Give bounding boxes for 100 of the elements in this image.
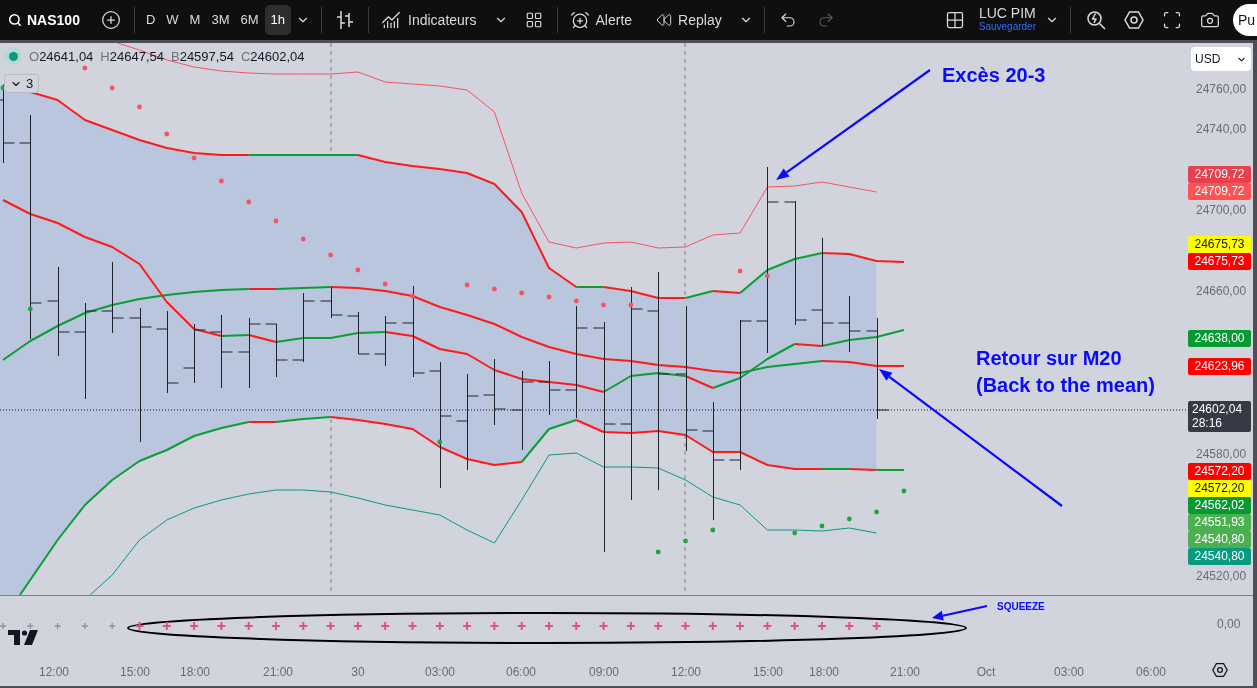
ohlc-value: O24641,04 [29, 48, 94, 64]
sar-dot [382, 281, 388, 287]
interval-tab[interactable]: 6M [235, 5, 264, 35]
squeeze-point [134, 621, 145, 631]
squeeze-point [434, 621, 445, 631]
price-bar [374, 315, 397, 367]
squeeze-point [53, 622, 62, 630]
sar-dot [901, 488, 907, 494]
countdown-timer: 28:16 [1192, 416, 1224, 430]
time-label: 09:00 [589, 665, 619, 679]
sar-dot [164, 131, 170, 137]
settings-icon [1124, 10, 1144, 30]
squeeze-point [625, 621, 636, 631]
sar-dot [655, 549, 661, 555]
squeeze-point [0, 622, 7, 630]
replay-button[interactable]: Replay [650, 4, 728, 36]
price-tick-label: 24760,00 [1196, 82, 1247, 96]
time-label: 03:00 [1054, 665, 1084, 679]
search-icon [8, 13, 22, 27]
ohlc-value: H24647,54 [100, 48, 164, 64]
sar-dot [628, 302, 634, 308]
time-label: 21:00 [890, 665, 920, 679]
squeeze-point [407, 621, 418, 631]
squeeze-point [81, 622, 89, 630]
sar-dot [874, 509, 879, 515]
sar-dot [300, 236, 306, 242]
indicator-value-label: 0,00 [1217, 617, 1241, 631]
sar-dot [137, 104, 142, 110]
interval-tab[interactable]: 3M [206, 5, 235, 35]
interval-tab[interactable]: 1h [264, 5, 292, 35]
squeeze-point [108, 622, 116, 630]
price-bar [238, 317, 261, 389]
annotation-arrow [932, 605, 988, 621]
price-tick-label: 24700,00 [1196, 203, 1247, 217]
settings-icon [1212, 661, 1228, 678]
price-bar [538, 360, 561, 416]
price-bar [183, 323, 206, 384]
sar-dot [710, 527, 716, 533]
interval-tab[interactable]: W [161, 5, 184, 35]
symbol-search-button[interactable]: NAS100 [0, 4, 86, 36]
time-label: 15:00 [753, 665, 783, 679]
plus-circle-icon [100, 10, 121, 30]
squeeze-point [844, 621, 855, 631]
logo-icon [8, 630, 38, 645]
squeeze-point [161, 621, 172, 631]
sar-dot [519, 290, 525, 296]
price-tick-label: 24580,00 [1196, 447, 1247, 461]
publish-button[interactable]: Pu [1233, 4, 1257, 36]
redo-icon [816, 11, 835, 29]
ohlc-value: C24602,04 [240, 48, 305, 64]
time-label: 03:00 [425, 665, 455, 679]
layout-name-button[interactable]: LUC PIM Sauvegarder [974, 3, 1040, 37]
squeeze-point [707, 621, 718, 631]
collapse-indicators-button[interactable]: 3 [4, 74, 40, 93]
squeeze-point [598, 621, 609, 631]
price-tag: 24675,73 [1188, 235, 1251, 253]
price-bar [320, 286, 343, 319]
sar-dot [792, 530, 798, 536]
sar-dot [82, 65, 88, 71]
price-value: 24602,04 [1192, 402, 1244, 416]
squeeze-point [653, 621, 664, 631]
squeeze-point [762, 621, 773, 631]
search-lightning-icon [1086, 10, 1106, 30]
price-bar [265, 323, 288, 378]
sar-dot [492, 286, 497, 292]
indicators-button[interactable]: Indicateurs [375, 4, 483, 36]
price-tag: 24638,00 [1188, 329, 1251, 347]
ohlc-bars-icon [336, 10, 355, 30]
alert-button[interactable]: Alerte [563, 4, 639, 36]
chart-icon [381, 10, 402, 30]
time-label: Oct [976, 665, 996, 679]
sar-dot [246, 199, 252, 205]
sar-dot [737, 268, 743, 274]
sar-dot [819, 523, 825, 529]
price-bar [292, 292, 315, 363]
interval-tab[interactable]: D [140, 5, 161, 35]
sar-dot [27, 306, 33, 312]
sar-dot [846, 516, 852, 522]
annotation-text: Excès 20-3 [942, 63, 1046, 88]
price-bar [838, 295, 861, 353]
price-tick-label: 24740,00 [1196, 122, 1247, 136]
squeeze-point [298, 621, 309, 631]
squeeze-point [817, 621, 827, 631]
price-bar [347, 311, 370, 355]
squeeze-point [516, 621, 527, 631]
price-tick-label: 24520,00 [1196, 569, 1247, 583]
sar-dot [355, 267, 361, 273]
squeeze-point [735, 621, 746, 631]
price-tag: 24623,96 [1188, 357, 1251, 375]
fullscreen-icon [1162, 10, 1182, 30]
currency-select[interactable]: USD [1191, 47, 1251, 71]
alarm-clock-icon [569, 10, 590, 30]
sar-dot [109, 85, 115, 91]
sar-dot [573, 298, 579, 304]
sar-dot [191, 155, 197, 161]
squeeze-point [325, 621, 336, 631]
squeeze-point [26, 622, 34, 630]
interval-tab[interactable]: M [184, 5, 206, 35]
price-tag: 24709,72 [1188, 165, 1251, 183]
squeeze-label: SQUEEZE [997, 600, 1045, 614]
